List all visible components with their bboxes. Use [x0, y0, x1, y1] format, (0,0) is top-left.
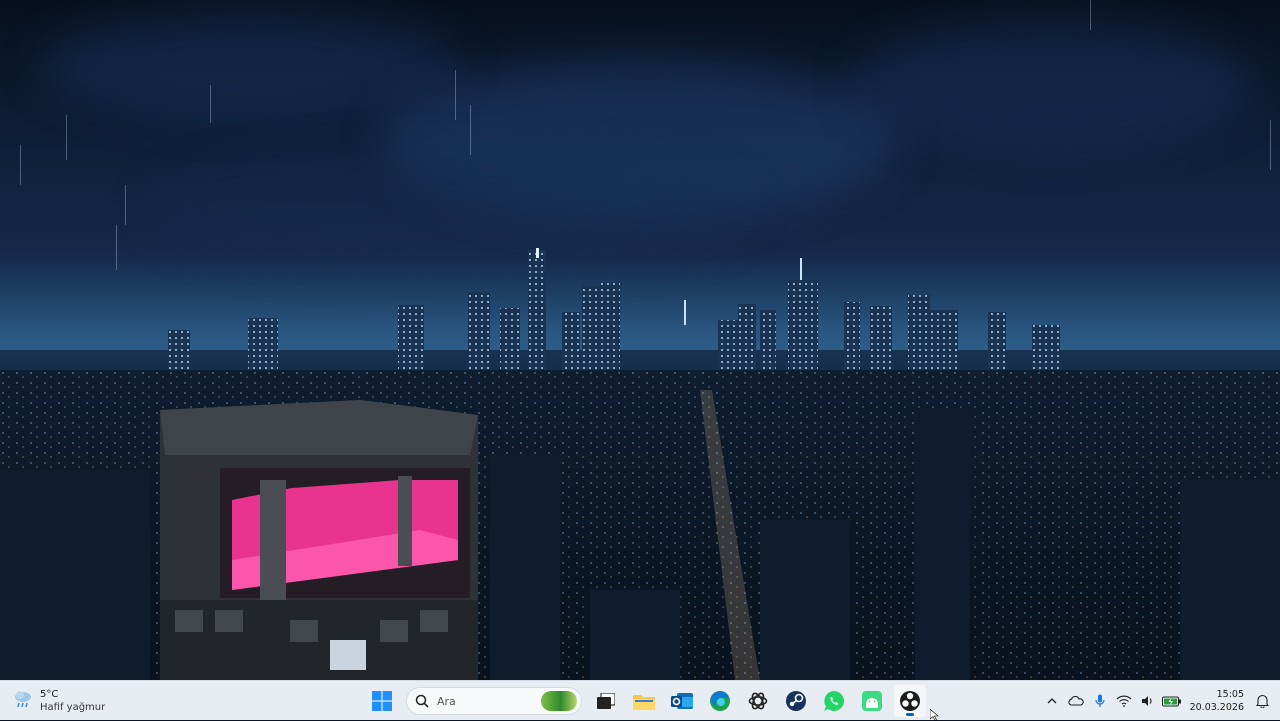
notification-icon [1255, 694, 1269, 708]
edge-icon [710, 690, 730, 711]
windows-icon [372, 691, 392, 711]
chatgpt-icon [748, 692, 768, 710]
weather-temperature: 5°C [40, 689, 59, 700]
microphone-button[interactable] [1088, 685, 1112, 717]
desktop-wallpaper [0, 0, 1280, 680]
android-icon [862, 691, 882, 711]
whatsapp-icon [824, 691, 844, 711]
search-box[interactable]: Ara [406, 687, 582, 715]
battery-icon [1161, 696, 1181, 706]
task-view-button[interactable] [590, 685, 622, 717]
rain-cloud-icon [12, 689, 34, 713]
outlook-icon [671, 693, 693, 709]
taskbar-center: Ara [366, 685, 926, 717]
onedrive-button[interactable] [1064, 685, 1088, 717]
file-explorer-button[interactable] [628, 685, 660, 717]
show-hidden-icons-button[interactable] [1040, 685, 1064, 717]
task-view-icon [597, 693, 615, 709]
city-skyline [0, 248, 1280, 680]
clock[interactable]: 15:05 20.03.2026 [1190, 688, 1244, 714]
microphone-icon [1094, 694, 1105, 707]
onedrive-icon [1068, 696, 1084, 706]
start-button[interactable] [366, 685, 398, 717]
outlook-button[interactable] [666, 685, 698, 717]
foreground-building [160, 400, 478, 680]
volume-button[interactable] [1136, 685, 1160, 717]
edge-button[interactable] [704, 685, 736, 717]
obs-icon [900, 691, 920, 711]
system-tray: 15:05 20.03.2026 [1040, 681, 1280, 721]
weather-condition: Hafif yağmur [40, 702, 106, 713]
active-app-indicator [906, 713, 914, 716]
battery-button[interactable] [1160, 685, 1184, 717]
taskbar: 5°C Hafif yağmur Ara 15:05 20.03.2026 [0, 680, 1280, 720]
search-highlight-badge [541, 691, 577, 711]
clock-time: 15:05 [1216, 689, 1244, 700]
chevron-up-icon [1047, 698, 1057, 704]
chatgpt-button[interactable] [742, 685, 774, 717]
search-icon [415, 694, 429, 708]
steam-button[interactable] [780, 685, 812, 717]
obs-studio-button[interactable] [894, 685, 926, 717]
android-app-button[interactable] [856, 685, 888, 717]
speaker-icon [1141, 696, 1152, 706]
weather-widget[interactable]: 5°C Hafif yağmur [12, 685, 105, 717]
folder-icon [633, 695, 655, 710]
network-button[interactable] [1112, 685, 1136, 717]
wifi-icon [1116, 695, 1132, 707]
search-placeholder: Ara [437, 694, 456, 708]
whatsapp-button[interactable] [818, 685, 850, 717]
clock-date: 20.03.2026 [1189, 702, 1244, 713]
mouse-cursor-icon [930, 709, 939, 721]
steam-icon [786, 691, 806, 711]
notification-center-button[interactable] [1250, 685, 1274, 717]
